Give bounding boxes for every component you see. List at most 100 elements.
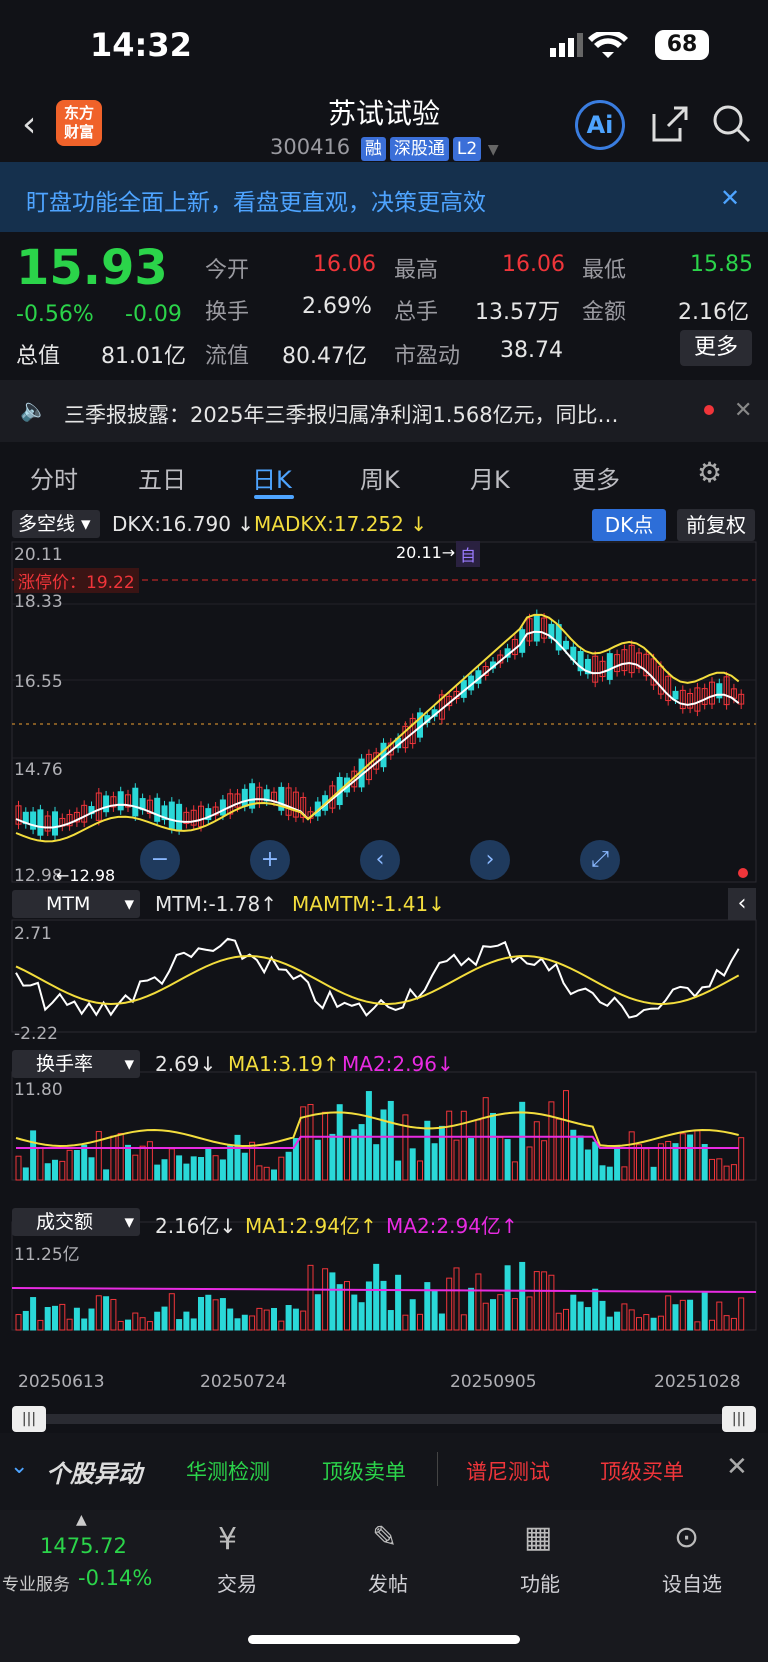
live-dot [738, 868, 748, 878]
index-change: -0.14% [78, 1566, 153, 1590]
candle [219, 799, 226, 816]
turnover-bar [621, 1166, 628, 1181]
turnover-bar [358, 1124, 365, 1181]
candle [52, 811, 58, 836]
turnover-ma2: MA2:2.96↓ [342, 1052, 454, 1076]
home-indicator[interactable] [248, 1635, 520, 1644]
amount-bar [475, 1273, 482, 1331]
ticker-close-icon[interactable]: ✕ [726, 1452, 748, 1482]
amount-bar [271, 1307, 277, 1331]
range-handle-right[interactable]: ||| [722, 1406, 756, 1432]
volume-label: 总手 [394, 300, 439, 325]
nav-trade[interactable]: 交易 [177, 1568, 297, 1597]
amount-bar [117, 1320, 124, 1331]
index-value[interactable]: 1475.72 [40, 1534, 127, 1558]
tab-more[interactable]: 更多 [572, 460, 620, 495]
zoom-out-icon[interactable]: − [140, 840, 180, 880]
chevron-down-icon[interactable]: ⌄ [10, 1454, 28, 1479]
amount-bar [460, 1314, 467, 1331]
amount-bar [66, 1318, 73, 1331]
amount-bar [73, 1307, 80, 1331]
turnover-bar [219, 1159, 226, 1181]
amount-select[interactable]: 成交额 ▾ [12, 1208, 140, 1236]
main-indicator-select[interactable]: 多空线 ▾ [12, 510, 100, 538]
zoom-in-icon[interactable]: + [250, 840, 290, 880]
turnover-bar [723, 1165, 730, 1181]
turnover-bar [395, 1160, 402, 1181]
turnover-bar [344, 1136, 350, 1181]
turnover-select[interactable]: 换手率 ▾ [12, 1050, 140, 1078]
date-4: 20251028 [654, 1372, 741, 1392]
tab-intraday[interactable]: 分时 [30, 460, 78, 495]
ticker-item-4[interactable]: 顶级买单 [600, 1456, 684, 1486]
turnover-bar [584, 1149, 591, 1181]
mtm-select[interactable]: MTM ▾ [12, 890, 140, 918]
amount-bar [81, 1318, 88, 1331]
ticker-item-1[interactable]: 华测检测 [186, 1456, 270, 1486]
dk-point-button[interactable]: DK点 [592, 509, 666, 541]
settings-gear-icon[interactable]: ⚙ [697, 456, 722, 489]
amount-bar [132, 1312, 139, 1331]
turnover-bar [139, 1145, 146, 1181]
adjust-button[interactable]: 前复权 [677, 509, 755, 541]
turnover-label: 换手 [205, 300, 250, 325]
turnover-bar [271, 1169, 277, 1181]
kline-chart[interactable] [0, 540, 768, 1390]
turnover-bar [460, 1110, 467, 1181]
nav-function[interactable]: 功能 [480, 1568, 600, 1597]
ticker-item-3[interactable]: 谱尼测试 [466, 1456, 550, 1486]
nav-post[interactable]: 发帖 [328, 1568, 448, 1597]
turnover-bar [431, 1143, 438, 1181]
turnover-bar [88, 1157, 95, 1181]
amount-bar [168, 1293, 175, 1331]
stock-code-row[interactable]: 300416 融深股通 L2 ▼ [270, 135, 499, 161]
turnover-bar [81, 1144, 88, 1181]
amount-bar [592, 1288, 599, 1331]
news-text: 三季报披露：2025年三季报归属净利润1.568亿元，同比… [64, 403, 619, 427]
turnover-bar [263, 1166, 270, 1181]
amount-bar [219, 1298, 226, 1331]
turnover-bar [453, 1139, 460, 1181]
nav-watchlist[interactable]: 设自选 [632, 1568, 752, 1597]
turnover-bar [679, 1133, 686, 1181]
search-icon[interactable] [712, 104, 752, 144]
amount-bar [110, 1298, 117, 1331]
more-quote-button[interactable]: 更多 [680, 330, 752, 366]
mtm-value: MTM:-1.78↑ [155, 892, 277, 916]
turnover-bar [468, 1138, 475, 1181]
turnover-bar [205, 1148, 212, 1181]
range-handle-left[interactable]: ||| [12, 1406, 46, 1432]
function-icon: ▦ [524, 1520, 553, 1555]
self-tag: 自 [456, 541, 481, 567]
turnover-bar [190, 1156, 197, 1181]
range-track[interactable] [12, 1414, 756, 1424]
tag-l2: L2 [452, 137, 482, 161]
tab-five-day[interactable]: 五日 [138, 460, 186, 495]
amount-bar [227, 1308, 234, 1331]
ticker-item-2[interactable]: 顶级卖单 [322, 1456, 406, 1486]
turnover-bar [599, 1165, 606, 1181]
ai-icon[interactable]: Ai [575, 100, 625, 150]
amount-bar [314, 1294, 321, 1331]
banner-close-icon[interactable]: ✕ [720, 184, 740, 212]
date-3: 20250905 [450, 1372, 537, 1392]
tab-daily-k[interactable]: 日K [252, 460, 292, 495]
collapse-panel-icon[interactable]: ‹ [728, 888, 756, 920]
turnover-bar [322, 1111, 329, 1181]
madkx-value: MADKX:17.252 ↓ [254, 512, 427, 536]
tab-underline [254, 495, 294, 499]
battery-indicator: 68 [655, 30, 709, 60]
tab-weekly-k[interactable]: 周K [360, 460, 400, 495]
amount-bar [278, 1320, 285, 1331]
tab-monthly-k[interactable]: 月K [470, 460, 510, 495]
fullscreen-icon[interactable]: ⤢ [580, 840, 620, 880]
candle [117, 791, 124, 811]
amount-bar [154, 1311, 161, 1331]
prev-icon[interactable]: ‹ [360, 840, 400, 880]
next-icon[interactable]: › [470, 840, 510, 880]
news-close-icon[interactable]: ✕ [734, 398, 752, 423]
share-icon[interactable] [650, 104, 690, 144]
amount-bar [307, 1264, 314, 1331]
amount-bar [606, 1316, 613, 1331]
amount-bar [380, 1280, 387, 1331]
